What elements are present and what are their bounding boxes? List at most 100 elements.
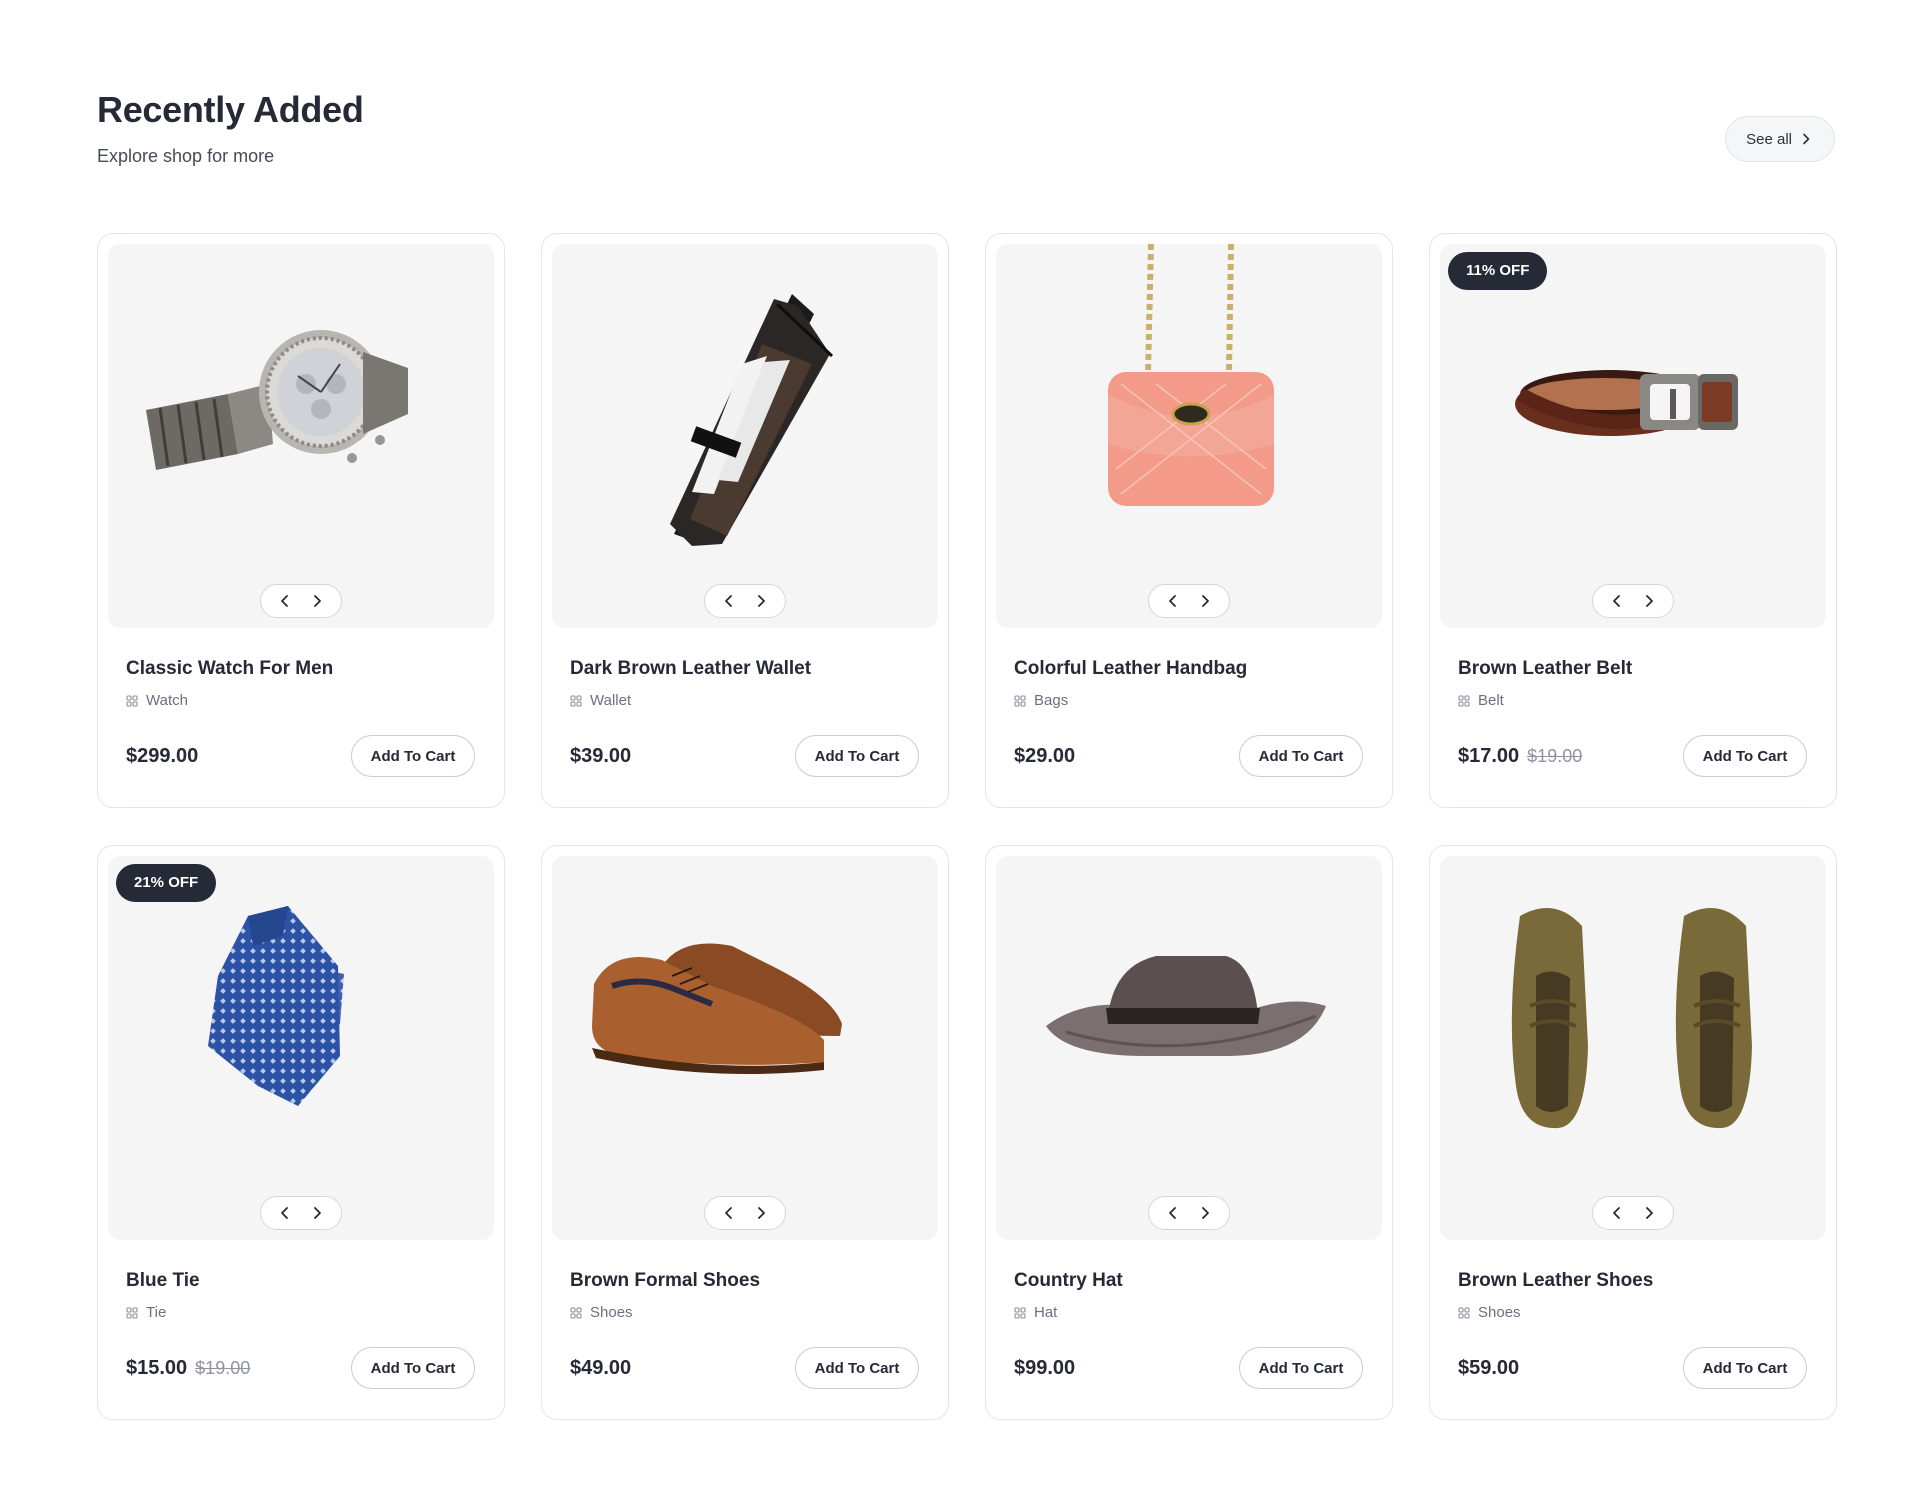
- product-card[interactable]: Classic Watch For Men Watch $299.00 Add …: [97, 233, 505, 808]
- chevron-right-icon: [1198, 594, 1212, 608]
- formal-shoes-image: [552, 856, 938, 1240]
- chevron-right-icon: [1800, 133, 1812, 145]
- product-price: $17.00: [1458, 745, 1519, 767]
- category-grid-icon: [1458, 1307, 1470, 1319]
- product-category-label: Shoes: [590, 1304, 633, 1322]
- product-name[interactable]: Brown Leather Belt: [1458, 656, 1807, 682]
- product-image-area[interactable]: 11% OFF: [1440, 244, 1826, 628]
- recently-added-section: Recently Added Explore shop for more See…: [97, 84, 1835, 164]
- product-price: $49.00: [570, 1357, 631, 1379]
- product-category: Shoes: [1458, 1304, 1807, 1322]
- product-info: Blue Tie Tie $15.00$19.00 Add To Cart: [108, 1240, 494, 1389]
- carousel-next-button[interactable]: [751, 1203, 771, 1223]
- carousel-next-button[interactable]: [1195, 1203, 1215, 1223]
- price-row: $49.00 Add To Cart: [570, 1347, 919, 1389]
- product-name[interactable]: Brown Formal Shoes: [570, 1268, 919, 1294]
- chevron-right-icon: [754, 594, 768, 608]
- carousel-next-button[interactable]: [307, 591, 327, 611]
- chevron-left-icon: [278, 1206, 292, 1220]
- hat-image: [996, 856, 1382, 1240]
- carousel-next-button[interactable]: [1639, 591, 1659, 611]
- product-category: Wallet: [570, 692, 919, 710]
- product-name[interactable]: Classic Watch For Men: [126, 656, 475, 682]
- discount-badge: 11% OFF: [1448, 252, 1547, 290]
- product-category: Shoes: [570, 1304, 919, 1322]
- product-card[interactable]: Country Hat Hat $99.00 Add To Cart: [985, 845, 1393, 1420]
- carousel-prev-button[interactable]: [719, 591, 739, 611]
- add-to-cart-button[interactable]: Add To Cart: [795, 735, 919, 777]
- image-carousel-controls: [1592, 1196, 1674, 1230]
- carousel-next-button[interactable]: [1639, 1203, 1659, 1223]
- product-category: Bags: [1014, 692, 1363, 710]
- product-price: $15.00: [126, 1357, 187, 1379]
- see-all-label: See all: [1746, 131, 1792, 148]
- carousel-prev-button[interactable]: [1607, 1203, 1627, 1223]
- product-image-area[interactable]: [1440, 856, 1826, 1240]
- add-to-cart-button[interactable]: Add To Cart: [1239, 735, 1363, 777]
- product-card[interactable]: 21% OFF Blue Tie Tie $15.00$19.00 Add To…: [97, 845, 505, 1420]
- price-row: $59.00 Add To Cart: [1458, 1347, 1807, 1389]
- product-card[interactable]: Brown Leather Shoes Shoes $59.00 Add To …: [1429, 845, 1837, 1420]
- price-row: $17.00 $19.00 Add To Cart: [1458, 735, 1807, 777]
- add-to-cart-button[interactable]: Add To Cart: [795, 1347, 919, 1389]
- carousel-prev-button[interactable]: [719, 1203, 739, 1223]
- image-carousel-controls: [260, 584, 342, 618]
- carousel-next-button[interactable]: [307, 1203, 327, 1223]
- chevron-left-icon: [722, 1206, 736, 1220]
- carousel-next-button[interactable]: [1195, 591, 1215, 611]
- product-old-price: $19.00: [1527, 746, 1582, 766]
- product-image-area[interactable]: [108, 244, 494, 628]
- product-price: $299.00: [126, 745, 198, 767]
- product-info: Dark Brown Leather Wallet Wallet $39.00 …: [552, 628, 938, 777]
- carousel-prev-button[interactable]: [275, 591, 295, 611]
- product-image-area[interactable]: [996, 856, 1382, 1240]
- product-card[interactable]: Brown Formal Shoes Shoes $49.00 Add To C…: [541, 845, 949, 1420]
- product-info: Colorful Leather Handbag Bags $29.00 Add…: [996, 628, 1382, 777]
- product-name[interactable]: Blue Tie: [126, 1268, 475, 1294]
- product-old-price: $19.00: [195, 1358, 250, 1378]
- add-to-cart-button[interactable]: Add To Cart: [351, 1347, 475, 1389]
- see-all-button[interactable]: See all: [1725, 116, 1835, 162]
- carousel-prev-button[interactable]: [1163, 1203, 1183, 1223]
- product-image-area[interactable]: [996, 244, 1382, 628]
- product-info: Classic Watch For Men Watch $299.00 Add …: [108, 628, 494, 777]
- carousel-prev-button[interactable]: [1163, 591, 1183, 611]
- product-image-area[interactable]: [552, 856, 938, 1240]
- product-price: $99.00: [1014, 1357, 1075, 1379]
- chevron-left-icon: [1610, 594, 1624, 608]
- add-to-cart-button[interactable]: Add To Cart: [1239, 1347, 1363, 1389]
- price-group: $49.00: [570, 1357, 631, 1380]
- add-to-cart-button[interactable]: Add To Cart: [1683, 1347, 1807, 1389]
- image-carousel-controls: [1148, 584, 1230, 618]
- product-price: $29.00: [1014, 745, 1075, 767]
- add-to-cart-button[interactable]: Add To Cart: [1683, 735, 1807, 777]
- product-name[interactable]: Brown Leather Shoes: [1458, 1268, 1807, 1294]
- price-group: $99.00: [1014, 1357, 1075, 1380]
- carousel-prev-button[interactable]: [1607, 591, 1627, 611]
- product-category-label: Belt: [1478, 692, 1504, 710]
- product-name[interactable]: Colorful Leather Handbag: [1014, 656, 1363, 682]
- price-group: $299.00: [126, 745, 198, 768]
- chevron-left-icon: [1166, 594, 1180, 608]
- product-category-label: Watch: [146, 692, 188, 710]
- price-row: $99.00 Add To Cart: [1014, 1347, 1363, 1389]
- product-price: $39.00: [570, 745, 631, 767]
- add-to-cart-button[interactable]: Add To Cart: [351, 735, 475, 777]
- chevron-left-icon: [278, 594, 292, 608]
- product-card[interactable]: 11% OFF Brown Leather Belt Belt $17.00$1…: [1429, 233, 1837, 808]
- price-row: $299.00 Add To Cart: [126, 735, 475, 777]
- carousel-prev-button[interactable]: [275, 1203, 295, 1223]
- product-card[interactable]: Dark Brown Leather Wallet Wallet $39.00 …: [541, 233, 949, 808]
- price-group: $15.00 $19.00: [126, 1357, 250, 1380]
- product-name[interactable]: Country Hat: [1014, 1268, 1363, 1294]
- price-row: $29.00 Add To Cart: [1014, 735, 1363, 777]
- product-image-area[interactable]: [552, 244, 938, 628]
- product-image-area[interactable]: 21% OFF: [108, 856, 494, 1240]
- carousel-next-button[interactable]: [751, 591, 771, 611]
- product-name[interactable]: Dark Brown Leather Wallet: [570, 656, 919, 682]
- product-info: Brown Formal Shoes Shoes $49.00 Add To C…: [552, 1240, 938, 1389]
- product-category-label: Bags: [1034, 692, 1068, 710]
- chevron-right-icon: [754, 1206, 768, 1220]
- chevron-right-icon: [310, 1206, 324, 1220]
- product-card[interactable]: Colorful Leather Handbag Bags $29.00 Add…: [985, 233, 1393, 808]
